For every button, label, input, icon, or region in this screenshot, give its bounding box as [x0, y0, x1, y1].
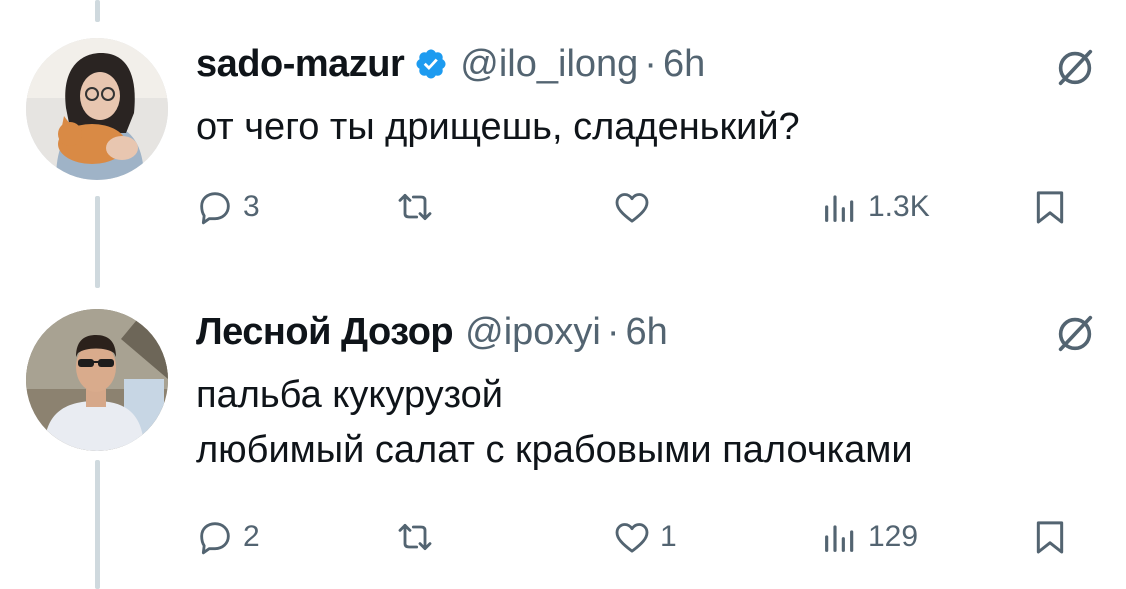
author-handle[interactable]: @ipoxyi [465, 311, 601, 354]
tweet-text-line: любимый салат с крабовыми палочками [196, 429, 913, 471]
tweet-actions: 3 1.3K [0, 183, 1126, 233]
avatar[interactable] [26, 38, 168, 180]
verified-badge-icon[interactable] [414, 47, 448, 81]
like-button[interactable]: 1 [612, 517, 677, 557]
tweet-text-line: пальба кукурузой [196, 374, 504, 416]
tweet-header: Лесной Дозор @ipoxyi · 6h [196, 306, 668, 358]
retweet-icon [398, 523, 432, 551]
views-button[interactable]: 129 [820, 517, 918, 557]
views-count: 1.3K [868, 190, 930, 223]
timestamp[interactable]: 6h [663, 43, 705, 86]
separator-dot: · [644, 42, 657, 85]
reply-button[interactable]: 3 [195, 187, 260, 227]
heart-icon [615, 193, 649, 223]
retweet-button[interactable] [395, 187, 435, 227]
like-count: 1 [660, 520, 677, 553]
bookmark-icon [1036, 191, 1064, 224]
reply-count: 2 [243, 520, 260, 553]
views-count: 129 [868, 520, 919, 553]
separator-dot: · [606, 310, 620, 353]
reply-button[interactable]: 2 [195, 517, 260, 557]
heart-icon [615, 523, 649, 553]
avatar-woman-with-cat-icon [26, 38, 168, 180]
tweet-text: от чего ты дрищешь, сладенький? [196, 100, 800, 155]
like-button[interactable] [612, 187, 652, 227]
retweet-icon [398, 193, 432, 221]
bookmark-button[interactable] [1030, 187, 1070, 227]
views-icon [825, 525, 854, 552]
views-button[interactable]: 1.3K [820, 187, 930, 227]
avatar[interactable] [26, 309, 168, 451]
bookmark-icon [1036, 521, 1064, 554]
author-name[interactable]: Лесной Дозор [196, 311, 454, 354]
avatar-man-with-sunglasses-icon [26, 309, 168, 451]
timestamp[interactable]: 6h [626, 311, 668, 354]
tweet-text: пальба кукурузой любимый салат с крабовы… [196, 368, 913, 478]
tweet-1[interactable]: sado-mazur @ilo_ilong · 6h от чего ты др… [0, 0, 1126, 270]
tweet-2[interactable]: Лесной Дозор @ipoxyi · 6h пальба кукуруз… [0, 270, 1126, 589]
views-icon [825, 195, 854, 222]
retweet-button[interactable] [395, 517, 435, 557]
tweet-text-line: от чего ты дрищешь, сладенький? [196, 106, 800, 148]
grok-icon[interactable] [1052, 310, 1098, 356]
tweet-header: sado-mazur @ilo_ilong · 6h [196, 38, 705, 90]
author-name[interactable]: sado-mazur [196, 43, 405, 86]
reply-count: 3 [243, 190, 260, 223]
author-handle[interactable]: @ilo_ilong [460, 43, 638, 86]
bookmark-button[interactable] [1030, 517, 1070, 557]
reply-icon [200, 192, 230, 225]
reply-icon [200, 522, 230, 555]
grok-icon[interactable] [1052, 44, 1098, 90]
tweet-actions: 2 1 129 [0, 513, 1126, 563]
